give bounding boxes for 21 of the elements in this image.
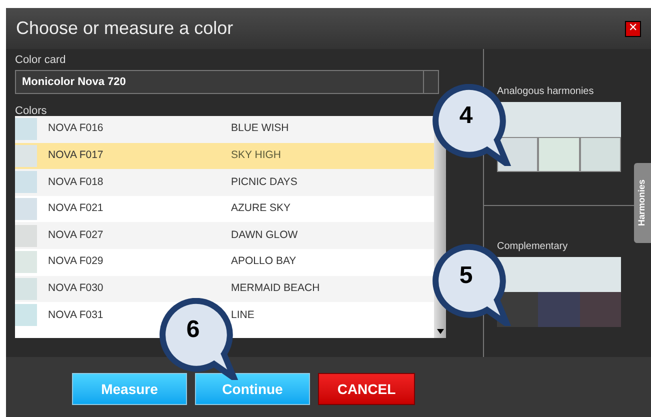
- field-label: Colors: [15, 105, 47, 117]
- section-label: Analogous harmonies: [497, 85, 595, 99]
- color-name: AZURE SKY: [231, 201, 291, 216]
- color-name: MERMAID BEACH: [231, 280, 320, 296]
- color-name: DAWN GLOW: [231, 228, 298, 243]
- color-code: NOVA F029: [48, 254, 104, 270]
- color-code: NOVA F021: [48, 201, 104, 216]
- color-name: BLUE WISH: [231, 121, 289, 136]
- color-code: NOVA F030: [48, 280, 104, 296]
- color-name: SKY HIGH: [231, 148, 281, 164]
- color-code: NOVA F027: [48, 228, 104, 243]
- field-label: Color card: [15, 53, 67, 68]
- color-code: NOVA F016: [48, 121, 104, 136]
- color-name: APOLLO BAY: [231, 254, 296, 270]
- color-name: PICNIC DAYS: [231, 174, 298, 190]
- color-code: NOVA F017: [48, 148, 104, 164]
- color-name: LINE: [231, 308, 254, 323]
- window-title: Choose or measure a color: [16, 17, 234, 40]
- section-label: Complementary: [497, 240, 569, 254]
- color-code: NOVA F031: [48, 308, 104, 323]
- color-code: NOVA F018: [48, 174, 104, 190]
